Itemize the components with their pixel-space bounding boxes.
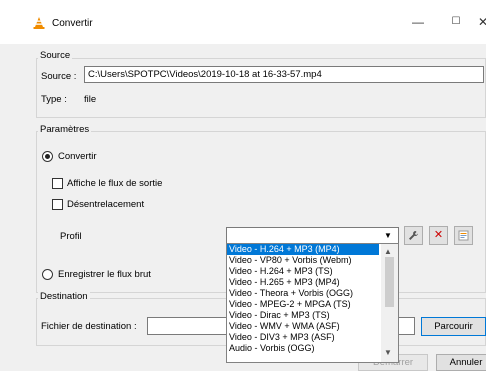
delete-profile-icon[interactable]: ✕ bbox=[429, 226, 448, 245]
type-value: file bbox=[84, 94, 97, 105]
profile-option[interactable]: Video - Theora + Vorbis (OGG) bbox=[227, 288, 379, 299]
vlc-cone-icon bbox=[33, 17, 45, 29]
profile-option[interactable]: Video - VP80 + Vorbis (Webm) bbox=[227, 255, 379, 266]
save-raw-label[interactable]: Enregistrer le flux brut bbox=[58, 269, 151, 280]
profile-select[interactable] bbox=[226, 227, 399, 244]
dropdown-scrollbar[interactable]: ▲ ▼ bbox=[381, 244, 398, 362]
destination-file-label: Fichier de destination : bbox=[41, 321, 137, 332]
source-legend: Source bbox=[38, 50, 73, 61]
profile-option[interactable]: Audio - Vorbis (OGG) bbox=[227, 343, 379, 354]
source-input[interactable]: C:\Users\SPOTPC\Videos\2019-10-18 at 16-… bbox=[84, 66, 484, 83]
scroll-down-icon[interactable]: ▼ bbox=[384, 348, 392, 357]
wrench-icon[interactable] bbox=[404, 226, 423, 245]
profile-option[interactable]: Video - H.265 + MP3 (MP4) bbox=[227, 277, 379, 288]
profile-option[interactable]: Video - WMV + WMA (ASF) bbox=[227, 321, 379, 332]
profile-options: Video - H.264 + MP3 (MP4) Video - VP80 + … bbox=[227, 244, 379, 354]
window-title: Convertir bbox=[52, 18, 93, 29]
deinterlace-checkbox[interactable] bbox=[52, 199, 63, 210]
minimize-button[interactable]: — bbox=[403, 10, 433, 34]
source-label: Source : bbox=[41, 71, 77, 82]
save-raw-radio[interactable] bbox=[42, 269, 53, 280]
new-profile-icon[interactable] bbox=[454, 226, 473, 245]
show-output-checkbox[interactable] bbox=[52, 178, 63, 189]
scroll-up-icon[interactable]: ▲ bbox=[384, 247, 392, 256]
profile-dropdown-list[interactable]: Video - H.264 + MP3 (MP4) Video - VP80 + … bbox=[226, 243, 399, 363]
convert-radio[interactable] bbox=[42, 151, 53, 162]
profile-option[interactable]: Video - MPEG-2 + MPGA (TS) bbox=[227, 299, 379, 310]
profile-option[interactable]: Video - H.264 + MP3 (MP4) bbox=[227, 244, 379, 255]
scrollbar-thumb[interactable] bbox=[385, 257, 394, 307]
chevron-down-icon[interactable]: ▼ bbox=[384, 231, 392, 240]
params-legend: Paramètres bbox=[38, 124, 92, 135]
type-label: Type : bbox=[41, 94, 67, 105]
close-button[interactable]: ✕ bbox=[478, 10, 486, 34]
show-output-label[interactable]: Affiche le flux de sortie bbox=[67, 178, 162, 189]
cancel-button[interactable]: Annuler bbox=[436, 354, 486, 371]
profile-option[interactable]: Video - DIV3 + MP3 (ASF) bbox=[227, 332, 379, 343]
profile-option[interactable]: Video - Dirac + MP3 (TS) bbox=[227, 310, 379, 321]
deinterlace-label[interactable]: Désentrelacement bbox=[67, 199, 144, 210]
maximize-button[interactable]: ☐ bbox=[441, 10, 471, 34]
browse-button[interactable]: Parcourir bbox=[421, 317, 486, 336]
profile-label: Profil bbox=[60, 231, 82, 242]
convert-label[interactable]: Convertir bbox=[58, 151, 97, 162]
destination-legend: Destination bbox=[38, 291, 90, 302]
profile-option[interactable]: Video - H.264 + MP3 (TS) bbox=[227, 266, 379, 277]
